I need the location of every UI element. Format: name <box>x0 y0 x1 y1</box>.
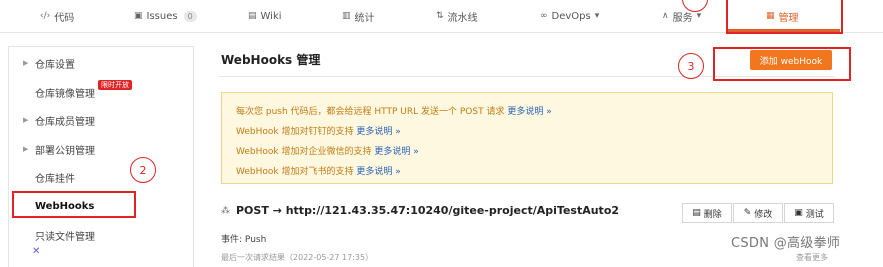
issues-icon: ▣ <box>134 11 143 21</box>
highlight-box-add <box>713 47 851 81</box>
settings-sidebar: ▶ 仓库设置 仓库镜像管理 限时开放 ▶ 仓库成员管理 ▶ 部署公钥管理 仓库挂… <box>8 46 194 267</box>
more-info-link[interactable]: 更多说明 » <box>507 107 551 117</box>
sidebar-item-repo-settings[interactable]: ▶ 仓库设置 <box>9 49 193 77</box>
notice-text: WebHook 增加对钉钉的支持 <box>236 127 354 137</box>
webhook-events: 事件: Push <box>221 232 266 245</box>
tab-devops[interactable]: ∞ DevOps ▾ <box>540 0 599 32</box>
tab-code[interactable]: ‹/› 代码 <box>40 0 74 32</box>
devops-icon: ∞ <box>540 11 548 21</box>
annotation-circle-3: 3 <box>678 53 704 79</box>
more-info-link[interactable]: 更多说明 » <box>356 167 400 177</box>
watermark: CSDN @高级拳师 <box>731 236 841 251</box>
event-value: Push <box>244 235 267 245</box>
tab-pipeline-label: 流水线 <box>447 12 478 24</box>
sidebar-item-label: 仓库设置 <box>35 59 75 71</box>
test-label: 测试 <box>805 209 824 220</box>
service-icon: ∧ <box>662 11 669 21</box>
notice-line: WebHook 增加对钉钉的支持 更多说明 » <box>236 124 401 137</box>
tab-wiki[interactable]: ▤ Wiki <box>248 0 282 32</box>
chevron-down-icon: ▾ <box>594 11 600 21</box>
sidebar-item-label: 只读文件管理 <box>35 231 95 243</box>
issues-count-badge: 0 <box>183 10 197 22</box>
caret-right-icon: ▶ <box>23 59 29 67</box>
sidebar-item-label: 仓库镜像管理 <box>35 88 95 100</box>
delete-button[interactable]: ▤ 删除 <box>682 203 732 223</box>
page-title: WebHooks 管理 <box>221 53 321 67</box>
notice-line: WebHook 增加对飞书的支持 更多说明 » <box>236 164 401 177</box>
more-info-link[interactable]: 更多说明 » <box>374 147 418 157</box>
caret-right-icon: ▶ <box>23 145 29 153</box>
sidebar-item-deploy-keys[interactable]: ▶ 部署公钥管理 <box>9 135 193 163</box>
trash-icon: ▤ <box>692 208 701 218</box>
sidebar-item-label: 仓库成员管理 <box>35 116 95 128</box>
tab-wiki-label: Wiki <box>260 10 282 22</box>
tab-pipeline[interactable]: ⇅ 流水线 <box>436 0 478 32</box>
info-notice: 每次您 push 代码后，都会给远程 HTTP URL 发送一个 POST 请求… <box>221 92 833 184</box>
event-label: 事件: <box>221 235 243 245</box>
delete-label: 删除 <box>703 209 722 220</box>
code-icon: ‹/› <box>40 11 51 21</box>
notice-line: 每次您 push 代码后，都会给远程 HTTP URL 发送一个 POST 请求… <box>236 104 552 117</box>
limited-open-badge: 限时开放 <box>98 80 132 90</box>
webhook-url: POST → http://121.43.35.47:10240/gitee-p… <box>236 204 620 217</box>
edit-button[interactable]: ✎ 修改 <box>733 203 783 223</box>
notice-line: WebHook 增加对企业微信的支持 更多说明 » <box>236 144 419 157</box>
stats-icon: ▥ <box>342 11 351 21</box>
highlight-box-manage <box>726 0 843 34</box>
highlight-box-webhooks <box>12 191 136 218</box>
terminal-icon: ▣ <box>794 208 803 218</box>
sidebar-item-label: 仓库挂件 <box>35 173 75 185</box>
webhook-entry: ⁂ POST → http://121.43.35.47:10240/gitee… <box>221 204 619 217</box>
sidebar-item-members[interactable]: ▶ 仓库成员管理 <box>9 106 193 134</box>
edit-icon: ✎ <box>743 208 752 218</box>
notice-text: 每次您 push 代码后，都会给远程 HTTP URL 发送一个 POST 请求 <box>236 107 505 117</box>
sidebar-item-readonly-files[interactable]: 只读文件管理 <box>9 221 193 249</box>
notice-text: WebHook 增加对飞书的支持 <box>236 167 354 177</box>
webhook-icon: ⁂ <box>221 205 230 216</box>
tab-stats[interactable]: ▥ 统计 <box>342 0 375 32</box>
wiki-icon: ▤ <box>248 11 257 21</box>
more-info-link[interactable]: 更多说明 » <box>356 127 400 137</box>
tab-code-label: 代码 <box>54 12 75 24</box>
tab-devops-label: DevOps <box>551 10 591 22</box>
chevron-down-icon: ▾ <box>696 11 702 21</box>
edit-label: 修改 <box>754 209 773 220</box>
pipeline-icon: ⇅ <box>436 11 444 21</box>
tab-issues[interactable]: ▣ Issues 0 <box>134 0 197 32</box>
tab-stats-label: 统计 <box>354 12 375 24</box>
notice-text: WebHook 增加对企业微信的支持 <box>236 147 372 157</box>
caret-right-icon: ▶ <box>23 116 29 124</box>
test-button[interactable]: ▣ 测试 <box>784 203 834 223</box>
sidebar-item-label: 部署公钥管理 <box>35 145 95 157</box>
sidebar-item-widgets[interactable]: 仓库挂件 <box>9 163 193 191</box>
tab-issues-label: Issues <box>146 10 178 22</box>
close-icon: ✕ <box>32 246 41 257</box>
annotation-circle-2: 2 <box>130 157 156 183</box>
